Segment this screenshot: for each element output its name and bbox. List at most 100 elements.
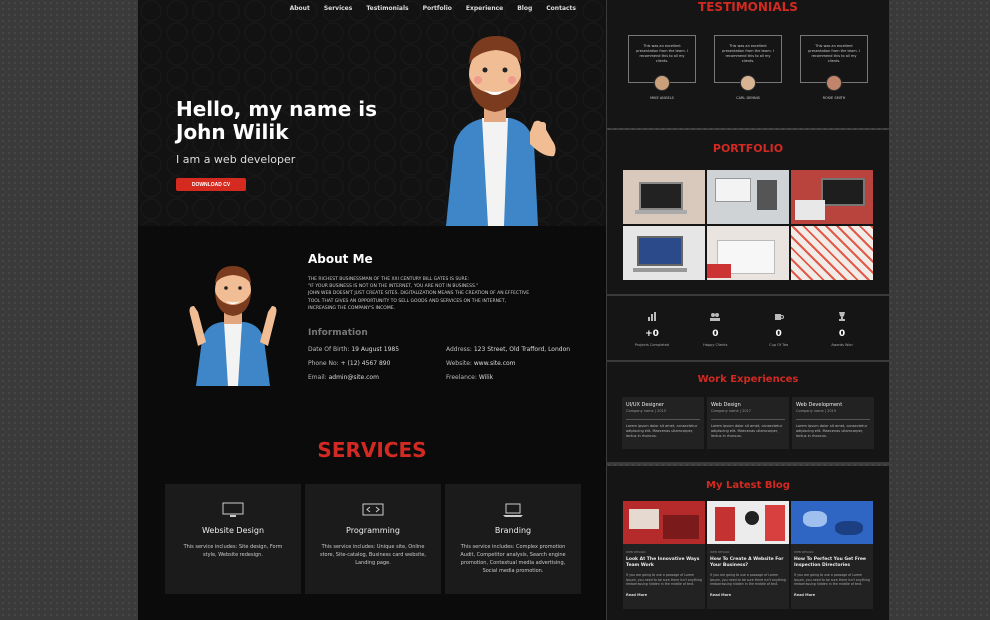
about-line: TOOL THAT GIVES AN OPPORTUNITY TO SELL G… — [308, 298, 507, 304]
stat-item: 0 Cup Of Tea — [749, 306, 809, 347]
blog-card[interactable]: WEB DESIGN How To Perfect You Get Free I… — [791, 501, 873, 609]
testimonial-card: This was an excellent presentation from … — [800, 35, 868, 100]
top-nav: About Services Testimonials Portfolio Ex… — [290, 5, 576, 12]
blog-excerpt: If you are going to use a passage of Lor… — [710, 573, 786, 586]
blog-image — [623, 501, 705, 544]
stat-item: 0 Happy Clients — [685, 306, 745, 347]
about-avatar-illustration — [189, 266, 277, 386]
about-title: About Me — [308, 252, 373, 266]
work-card: Web Design Company name | 2017 Lorem ips… — [707, 397, 789, 449]
service-name: Branding — [494, 526, 532, 535]
hero-section: About Services Testimonials Portfolio Ex… — [138, 0, 606, 226]
stat-label: Cup Of Tea — [769, 343, 789, 347]
testimonial-card: This was an excellent presentation from … — [714, 35, 782, 100]
about-line: INCREASING THE COMPANY'S INCOME. — [308, 305, 396, 311]
about-line: "IF YOUR BUSINESS IS NOT ON THE INTERNET… — [308, 284, 479, 290]
client-avatar — [740, 75, 756, 91]
read-more-link[interactable]: Read More — [794, 593, 870, 597]
service-name: Website Design — [201, 526, 265, 535]
service-card[interactable]: Programming This service includes: Uniqu… — [305, 484, 441, 594]
service-desc: This service includes: Complex promotion… — [460, 544, 566, 574]
users-icon — [710, 313, 721, 321]
info-item: Website: www.site.com — [446, 360, 516, 367]
stat-label: Awards Won — [831, 343, 853, 347]
preview-column: TESTIMONIALS This was an excellent prese… — [607, 0, 889, 620]
stat-item: 0 Awards Won — [812, 306, 872, 347]
work-card: Web Development Company name | 2019 Lore… — [792, 397, 874, 449]
hero-subtitle: I am a web developer — [176, 153, 296, 166]
portfolio-grid — [623, 170, 873, 280]
work-experience-panel: Work Experiences UI/UX Designer Company … — [607, 362, 889, 462]
nav-testimonials[interactable]: Testimonials — [366, 5, 408, 12]
portfolio-item[interactable] — [623, 226, 705, 280]
download-cv-button[interactable]: DOWNLOAD CV — [176, 178, 246, 191]
blog-tag: WEB DESIGN — [710, 550, 730, 554]
code-icon — [362, 503, 384, 516]
client-name: MIKE ANGELS — [650, 96, 674, 100]
main-page: About Services Testimonials Portfolio Ex… — [138, 0, 606, 620]
info-item: Phone No: + (12) 4567 890 — [308, 360, 391, 367]
work-title: Web Design — [711, 402, 741, 408]
service-desc: This service includes: Site design, Form… — [183, 544, 283, 558]
portfolio-title: PORTFOLIO — [712, 142, 784, 155]
blog-image — [791, 501, 873, 544]
client-avatar — [826, 75, 842, 91]
developer-avatar-illustration — [446, 36, 556, 226]
service-name: Programming — [346, 526, 400, 535]
information-grid: Date Of Birth: 19 August 1985 Address: 1… — [308, 346, 588, 382]
stats-panel: +0 Projects Completed 0 Happy Clients 0 … — [607, 296, 889, 360]
client-avatar — [654, 75, 670, 91]
portfolio-item[interactable] — [791, 226, 873, 280]
work-subtitle: Company name | 2017 — [711, 409, 752, 413]
stat-number: 0 — [775, 329, 782, 339]
blog-list: WEB DESIGN Look At The Innovative Ways T… — [623, 501, 873, 609]
stat-number: 0 — [838, 329, 846, 339]
blog-card[interactable]: WEB DESIGN How To Create A Website For Y… — [707, 501, 789, 609]
blog-tag: WEB DESIGN — [626, 550, 646, 554]
services-list: Website Design This service includes: Si… — [165, 484, 581, 594]
nav-about[interactable]: About — [290, 5, 310, 12]
portfolio-panel: PORTFOLIO — [607, 130, 889, 294]
information-title: Information — [308, 328, 368, 338]
client-name: CARL DENNIS — [736, 96, 760, 100]
testimonials-title: TESTIMONIALS — [698, 0, 798, 14]
about-line: JOHN WEB DOESN'T JUST CREATE SITES. DIGI… — [308, 291, 530, 297]
work-subtitle: Company name | 2019 — [796, 409, 837, 413]
stats-list: +0 Projects Completed 0 Happy Clients 0 … — [622, 306, 872, 347]
stat-item: +0 Projects Completed — [622, 306, 682, 347]
portfolio-item[interactable] — [791, 170, 873, 224]
read-more-link[interactable]: Read More — [710, 593, 786, 597]
blog-panel: My Latest Blog WEB DESIGN Look At The In… — [607, 466, 889, 620]
service-card[interactable]: Branding This service includes: Complex … — [445, 484, 581, 594]
latest-blog-title: My Latest Blog — [706, 480, 790, 491]
trophy-icon — [838, 312, 845, 321]
divider — [711, 419, 785, 420]
nav-blog[interactable]: Blog — [517, 5, 532, 12]
nav-portfolio[interactable]: Portfolio — [423, 5, 452, 12]
stat-number: +0 — [645, 329, 659, 339]
portfolio-item[interactable] — [707, 226, 789, 280]
read-more-link[interactable]: Read More — [626, 593, 702, 597]
work-title: Web Development — [796, 402, 843, 408]
nav-experience[interactable]: Experience — [466, 5, 503, 12]
service-card[interactable]: Website Design This service includes: Si… — [165, 484, 301, 594]
service-desc: This service includes: Unique site, Onli… — [319, 544, 426, 566]
work-desc: Lorem ipsum dolor sit amet, consectetur … — [626, 424, 698, 438]
blog-card[interactable]: WEB DESIGN Look At The Innovative Ways T… — [623, 501, 705, 609]
blog-excerpt: If you are going to use a passage of Lor… — [794, 573, 870, 586]
blog-title[interactable]: How To Perfect You Get Free Inspection D… — [794, 557, 870, 569]
info-item: Email: admin@site.com — [308, 374, 379, 381]
monitor-icon — [222, 502, 244, 517]
nav-contacts[interactable]: Contacts — [546, 5, 576, 12]
nav-services[interactable]: Services — [324, 5, 353, 12]
blog-title[interactable]: Look At The Innovative Ways Team Work — [626, 557, 702, 569]
work-list: UI/UX Designer Company name | 2015 Lorem… — [622, 397, 874, 449]
info-item: Address: 123 Street, Old Trafford, Londo… — [446, 346, 571, 353]
blog-title[interactable]: How To Create A Website For Your Busines… — [710, 557, 786, 569]
stat-label: Projects Completed — [634, 343, 669, 347]
portfolio-item[interactable] — [623, 170, 705, 224]
work-title: UI/UX Designer — [626, 402, 664, 408]
cup-icon — [774, 314, 784, 320]
portfolio-item[interactable] — [707, 170, 789, 224]
chart-icon — [648, 312, 656, 321]
